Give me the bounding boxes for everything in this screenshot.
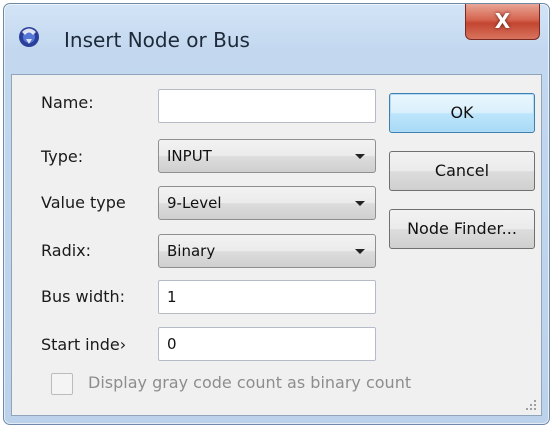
insert-node-dialog: Insert Node or Bus X Name: Type: INPUT V… — [3, 3, 550, 425]
close-button[interactable]: X — [465, 4, 540, 40]
start-index-input[interactable] — [158, 327, 376, 361]
chevron-down-icon — [355, 249, 365, 254]
bus-width-label: Bus width: — [41, 287, 126, 306]
app-logo-icon — [19, 27, 39, 47]
gray-code-checkbox[interactable] — [51, 373, 73, 395]
dialog-body: Name: Type: INPUT Value type 9-Level Rad… — [11, 74, 542, 416]
cancel-button[interactable]: Cancel — [389, 151, 535, 191]
gray-code-checkbox-label: Display gray code count as binary count — [88, 373, 412, 392]
name-label: Name: — [41, 93, 94, 112]
bus-width-input[interactable] — [158, 280, 376, 314]
radix-select[interactable]: Binary — [158, 234, 376, 268]
chevron-down-icon — [355, 154, 365, 159]
ok-button[interactable]: OK — [389, 93, 535, 133]
node-finder-button[interactable]: Node Finder... — [389, 209, 535, 249]
radix-select-value: Binary — [167, 242, 216, 260]
type-select-value: INPUT — [167, 147, 212, 165]
name-input[interactable] — [158, 89, 376, 123]
dialog-title: Insert Node or Bus — [64, 28, 250, 52]
value-type-select-value: 9-Level — [167, 194, 222, 212]
radix-label: Radix: — [41, 241, 92, 260]
title-bar[interactable]: Insert Node or Bus X — [4, 4, 549, 74]
type-select[interactable]: INPUT — [158, 139, 376, 173]
value-type-label: Value type — [41, 193, 126, 212]
chevron-down-icon — [355, 201, 365, 206]
start-index-label: Start inde› — [41, 335, 127, 354]
resize-grip-icon[interactable] — [525, 399, 537, 411]
type-label: Type: — [41, 147, 84, 166]
value-type-select[interactable]: 9-Level — [158, 186, 376, 220]
